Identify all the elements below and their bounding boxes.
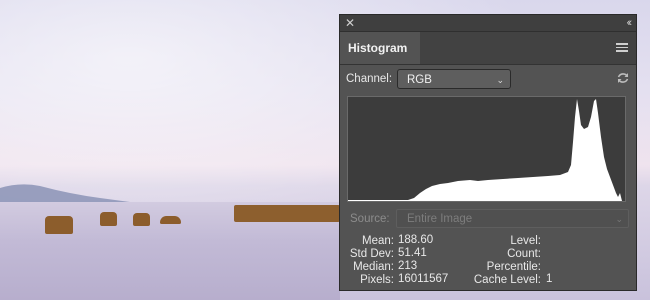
panel-tab-row: Histogram (340, 32, 636, 65)
channel-label: Channel: (346, 73, 393, 85)
stat-label: Count: (507, 248, 541, 260)
source-label: Source: (350, 213, 390, 225)
stat-label: Cache Level: (473, 274, 541, 286)
stat-label: Percentile: (486, 261, 541, 273)
rock (133, 213, 150, 226)
channel-select[interactable]: RGB ⌄ (397, 69, 511, 89)
stat-label: Level: (510, 235, 541, 247)
panel-menu-icon[interactable] (616, 43, 628, 54)
chevron-down-icon: ⌄ (496, 75, 504, 85)
channel-row: Channel: RGB ⌄ (346, 69, 630, 91)
source-row: Source: Entire Image ⌄ (346, 209, 630, 229)
double-chevron-icon[interactable]: ‹‹ (627, 16, 633, 30)
rock (45, 216, 73, 234)
rock (160, 216, 181, 224)
histogram-graph (347, 96, 626, 202)
source-select[interactable]: Entire Image ⌄ (396, 209, 629, 228)
rock (100, 212, 117, 226)
stat-cache-level-value: 1 (546, 273, 553, 285)
histogram-fill (348, 99, 622, 201)
tab-histogram[interactable]: Histogram (340, 32, 420, 64)
panel-titlebar: ✕ ‹‹ (340, 15, 636, 32)
histogram-panel: ✕ ‹‹ Histogram Channel: RGB ⌄ Source: En… (340, 15, 636, 290)
chevron-down-icon: ⌄ (615, 214, 623, 224)
channel-value: RGB (407, 74, 432, 86)
stone-pier (234, 205, 340, 222)
source-value: Entire Image (407, 213, 473, 225)
refresh-icon[interactable] (616, 71, 630, 85)
close-icon[interactable]: ✕ (345, 16, 355, 30)
